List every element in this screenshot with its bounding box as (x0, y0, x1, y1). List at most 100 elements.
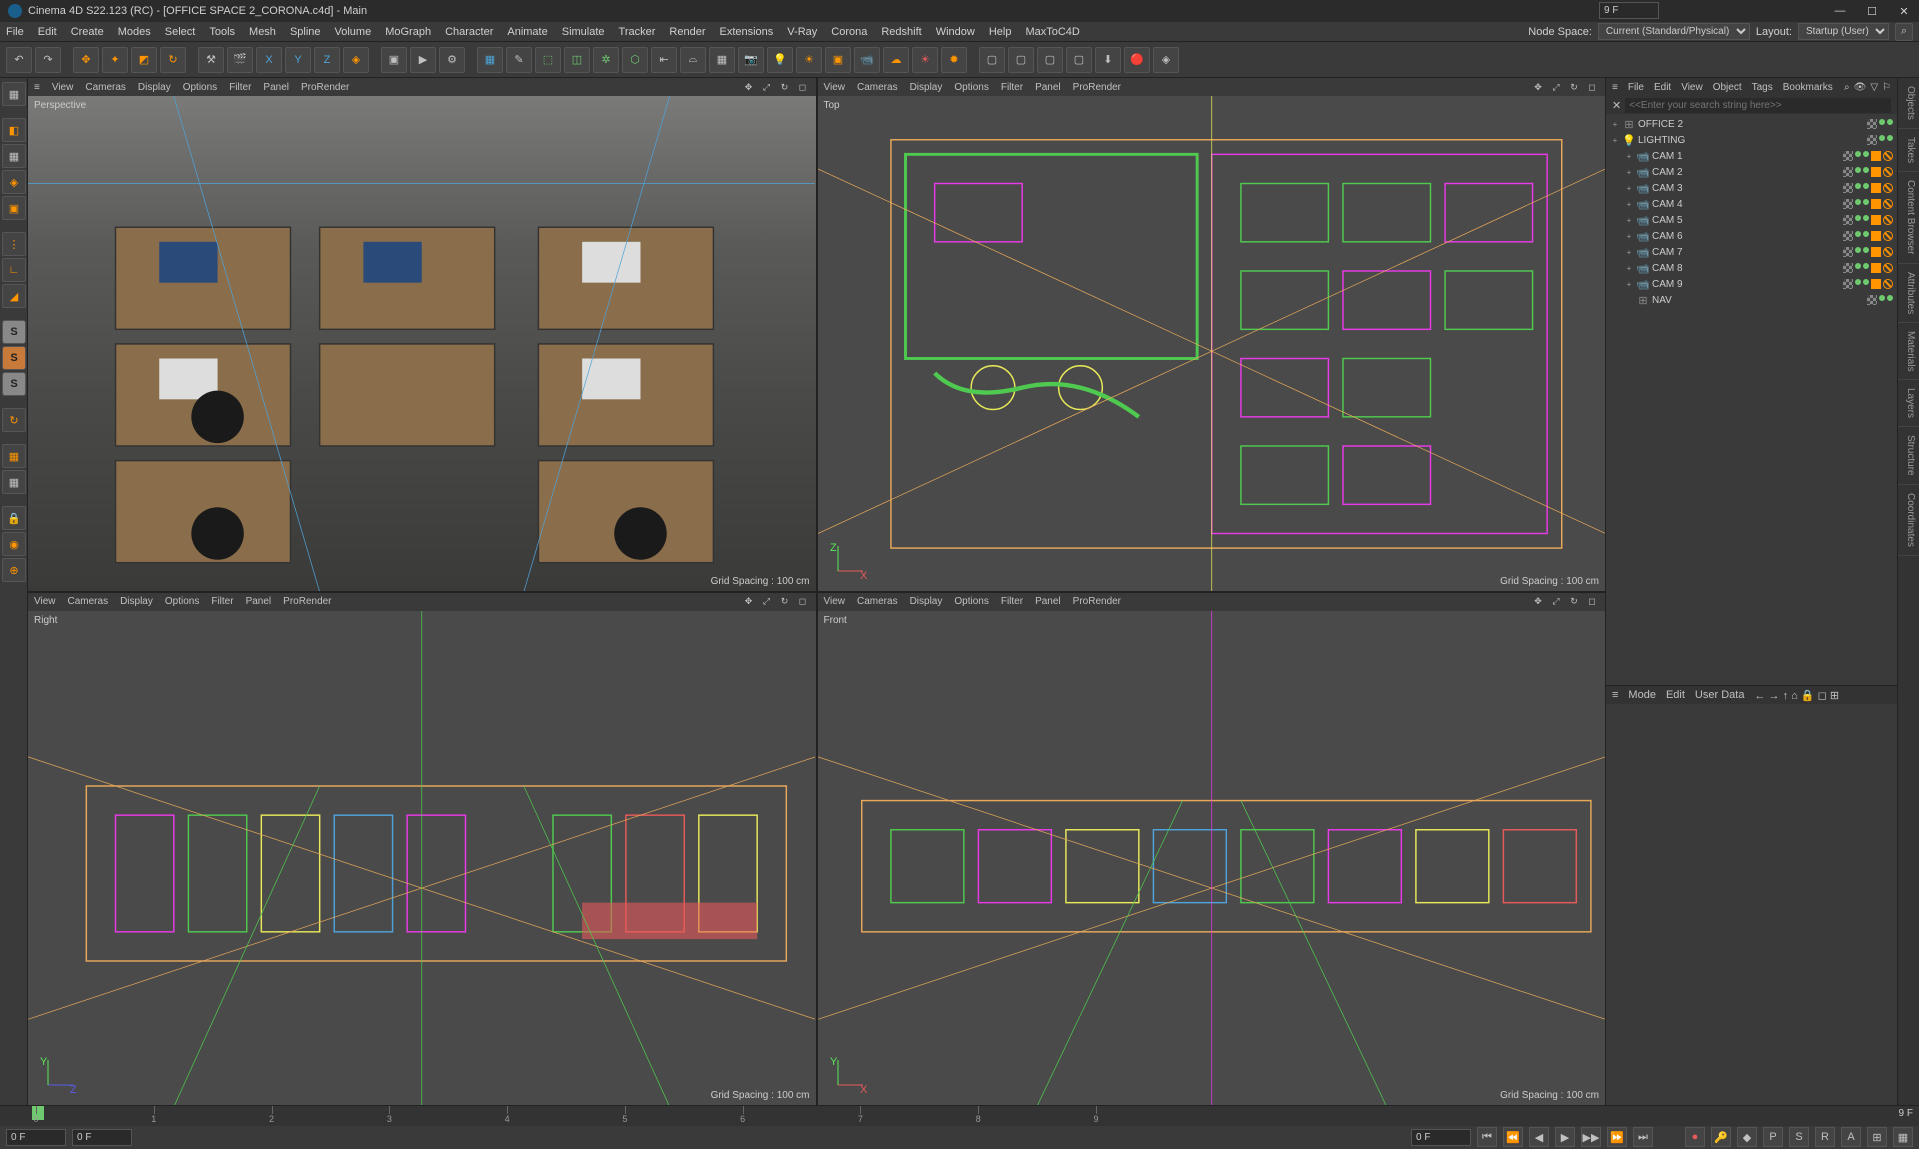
new-icon[interactable]: ◻ (1818, 690, 1827, 702)
tab-structure[interactable]: Structure (1898, 427, 1919, 485)
menu-create[interactable]: Create (71, 26, 104, 38)
vp-rotate-icon[interactable]: ↻ (778, 80, 792, 94)
compositing-tag-icon[interactable] (1883, 279, 1893, 289)
layer-tag-icon[interactable] (1843, 183, 1853, 193)
tab-attributes[interactable]: Attributes (1898, 264, 1919, 323)
menu-maxtoc4d[interactable]: MaxToC4D (1025, 26, 1079, 38)
vp-menu-view[interactable]: View (824, 596, 846, 607)
menu-corona[interactable]: Corona (831, 26, 867, 38)
eye-icon[interactable]: 👁 (1854, 82, 1867, 93)
vp-menu-prorender[interactable]: ProRender (1073, 596, 1121, 607)
layer-tag-icon[interactable] (1843, 151, 1853, 161)
vp-menu-cameras[interactable]: Cameras (68, 596, 109, 607)
timeline-start-field[interactable] (6, 1129, 66, 1146)
goto-next-key-button[interactable]: ⏩ (1607, 1127, 1627, 1147)
expander-icon[interactable]: + (1624, 184, 1634, 193)
visibility-editor-icon[interactable] (1855, 231, 1861, 237)
vp-menu-options[interactable]: Options (954, 596, 988, 607)
vp-maximize-icon[interactable]: ◻ (1585, 80, 1599, 94)
snap-icon[interactable]: ⇤ (651, 47, 677, 73)
vp-move-icon[interactable]: ✥ (742, 595, 756, 609)
array-icon[interactable]: ✲ (593, 47, 619, 73)
menu-select[interactable]: Select (165, 26, 196, 38)
vp-menu-view[interactable]: View (52, 82, 74, 93)
vp-menu-panel[interactable]: Panel (263, 82, 289, 93)
vp-rotate-icon[interactable]: ↻ (778, 595, 792, 609)
tab-coordinates[interactable]: Coordinates (1898, 485, 1919, 556)
obj-menu-bookmarks[interactable]: Bookmarks (1783, 82, 1833, 93)
timeline-ruler[interactable]: 01234567899 F (0, 1106, 1919, 1126)
layer-tag-icon[interactable] (1843, 247, 1853, 257)
layer-tag-icon[interactable] (1843, 263, 1853, 273)
render-settings-button[interactable]: ⚙ (439, 47, 465, 73)
vp-menu-cameras[interactable]: Cameras (857, 596, 898, 607)
tab-layers[interactable]: Layers (1898, 380, 1919, 427)
vp-menu-prorender[interactable]: ProRender (301, 82, 349, 93)
vp-menu-options[interactable]: Options (165, 596, 199, 607)
visibility-editor-icon[interactable] (1855, 215, 1861, 221)
axis-z-button[interactable]: Z (314, 47, 340, 73)
keyframe-sel-button[interactable]: ◆ (1737, 1127, 1757, 1147)
expander-icon[interactable]: + (1624, 248, 1634, 257)
attr-menu-edit[interactable]: Edit (1666, 689, 1685, 701)
vp-move-icon[interactable]: ✥ (1531, 80, 1545, 94)
goto-prev-key-button[interactable]: ⏪ (1503, 1127, 1523, 1147)
menu-tracker[interactable]: Tracker (619, 26, 656, 38)
vp-menu-filter[interactable]: Filter (229, 82, 251, 93)
menu-tools[interactable]: Tools (209, 26, 235, 38)
s-button-1[interactable]: S (2, 320, 26, 344)
vp-menu-cameras[interactable]: Cameras (85, 82, 126, 93)
tree-row[interactable]: +📹CAM 5 (1606, 212, 1897, 228)
expander-icon[interactable]: + (1610, 120, 1620, 129)
menu-extensions[interactable]: Extensions (719, 26, 773, 38)
visibility-render-icon[interactable] (1863, 199, 1869, 205)
timeline-end-field[interactable] (1599, 2, 1659, 19)
lock-icon[interactable]: 🔒 (1801, 690, 1815, 702)
compositing-tag-icon[interactable] (1883, 183, 1893, 193)
points-mode-button[interactable]: ⋮ (2, 232, 26, 256)
tree-row[interactable]: +📹CAM 2 (1606, 164, 1897, 180)
tab-takes[interactable]: Takes (1898, 129, 1919, 172)
search-icon[interactable]: ⌕ (1844, 82, 1850, 93)
redshift-2-icon[interactable]: ▢ (1008, 47, 1034, 73)
compositing-tag-icon[interactable] (1883, 247, 1893, 257)
menu-simulate[interactable]: Simulate (562, 26, 605, 38)
node-space-select[interactable]: Current (Standard/Physical) (1598, 23, 1750, 40)
vp-menu-options[interactable]: Options (183, 82, 217, 93)
attr-menu-userdata[interactable]: User Data (1695, 689, 1745, 701)
locked-button[interactable]: 🔒 (2, 506, 26, 530)
corona-cam-tag-icon[interactable] (1871, 151, 1881, 161)
redo-button[interactable]: ↷ (35, 47, 61, 73)
forward-icon[interactable]: → (1769, 690, 1780, 702)
goto-end-button[interactable]: ⏭ (1633, 1127, 1653, 1147)
filter-icon[interactable]: ▽ (1870, 82, 1878, 93)
corona-sun-icon[interactable]: ☀ (796, 47, 822, 73)
misc-button[interactable]: ⊕ (2, 558, 26, 582)
viewport-front[interactable]: View Cameras Display Options Filter Pane… (818, 593, 1606, 1106)
menu-vray[interactable]: V-Ray (787, 26, 817, 38)
viewport-top[interactable]: View Cameras Display Options Filter Pane… (818, 78, 1606, 591)
corona-cam-tag-icon[interactable] (1871, 263, 1881, 273)
move-tool[interactable]: ✦ (102, 47, 128, 73)
visibility-render-icon[interactable] (1887, 295, 1893, 301)
close-search-icon[interactable]: ✕ (1612, 99, 1621, 112)
render-view-button[interactable]: ▣ (381, 47, 407, 73)
spline-pen-icon[interactable]: ✎ (506, 47, 532, 73)
layout-select[interactable]: Startup (User) (1798, 23, 1889, 40)
vp-zoom-icon[interactable]: ⤢ (1549, 80, 1563, 94)
obj-menu-file[interactable]: File (1628, 82, 1644, 93)
layer-tag-icon[interactable] (1843, 199, 1853, 209)
visibility-editor-icon[interactable] (1855, 263, 1861, 269)
visibility-render-icon[interactable] (1863, 263, 1869, 269)
compositing-tag-icon[interactable] (1883, 199, 1893, 209)
play-button[interactable]: ▶ (1555, 1127, 1575, 1147)
home-icon[interactable]: ⌂ (1791, 690, 1798, 702)
maximize-button[interactable]: ☐ (1865, 4, 1879, 18)
corona-cam-tag-icon[interactable] (1871, 199, 1881, 209)
expander-icon[interactable]: + (1624, 200, 1634, 209)
visibility-render-icon[interactable] (1863, 151, 1869, 157)
viewport-perspective[interactable]: ≡ View Cameras Display Options Filter Pa… (28, 78, 816, 591)
tree-row[interactable]: +📹CAM 9 (1606, 276, 1897, 292)
scale-key-button[interactable]: S (1789, 1127, 1809, 1147)
vp-menu-panel[interactable]: Panel (246, 596, 272, 607)
